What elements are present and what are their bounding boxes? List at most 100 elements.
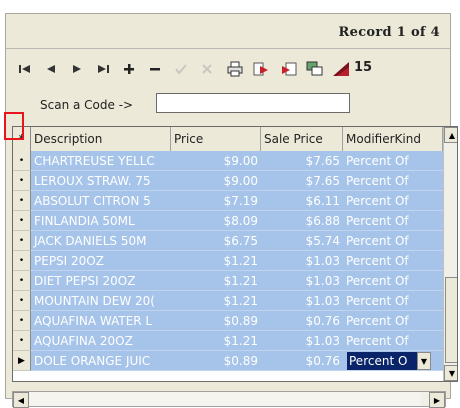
cell-modifier-kind[interactable]: Percent Of (343, 251, 443, 271)
table-row[interactable]: MOUNTAIN DEW 20($1.21 $1.03 Percent Of (31, 291, 443, 311)
table-row[interactable]: AQUAFINA WATER L $0.89 $0.76 Percent Of (31, 311, 443, 331)
cell-description[interactable]: PEPSI 20OZ (31, 251, 171, 271)
cell-price[interactable]: $9.00 (171, 171, 261, 191)
cell-sale-price[interactable]: $6.11 (261, 191, 343, 211)
cell-price[interactable]: $0.89 (171, 351, 261, 371)
grid-window: Record 1 of 4 15 Scan a Code -> * Descri… (5, 13, 458, 408)
cell-price[interactable]: $1.21 (171, 331, 261, 351)
row-indicator[interactable]: ▶ (13, 351, 31, 371)
table-row[interactable]: DOLE ORANGE JUIC $0.89 $0.76 Percent O ▼ (31, 351, 443, 371)
next-record-icon[interactable] (66, 56, 88, 82)
export-icon[interactable] (250, 56, 272, 82)
cell-description[interactable]: DIET PEPSI 20OZ (31, 271, 171, 291)
cell-modifier-kind[interactable]: Percent Of (343, 151, 443, 171)
cell-description[interactable]: ABSOLUT CITRON 5 (31, 191, 171, 211)
column-header-modifier-kind[interactable]: ModifierKind (343, 127, 443, 151)
cell-description[interactable]: FINLANDIA 50ML (31, 211, 171, 231)
vertical-scroll-thumb[interactable] (445, 277, 457, 363)
column-header-description[interactable]: Description (31, 127, 171, 151)
refresh-icon[interactable] (304, 56, 326, 82)
cell-description[interactable]: CHARTREUSE YELLC (31, 151, 171, 171)
modifier-kind-combo[interactable]: Percent O (347, 352, 417, 370)
cell-sale-price[interactable]: $1.03 (261, 271, 343, 291)
cell-price[interactable]: $1.21 (171, 291, 261, 311)
cell-sale-price[interactable]: $1.03 (261, 251, 343, 271)
cell-sale-price[interactable]: $1.03 (261, 291, 343, 311)
cell-description[interactable]: JACK DANIELS 50M (31, 231, 171, 251)
cell-description[interactable]: AQUAFINA WATER L (31, 311, 171, 331)
combo-dropdown-icon[interactable]: ▼ (417, 352, 431, 370)
prev-record-icon[interactable] (40, 56, 62, 82)
record-total: 4 (430, 25, 440, 40)
cell-modifier-kind[interactable]: Percent Of (343, 311, 443, 331)
cell-modifier-kind[interactable]: Percent Of (343, 211, 443, 231)
cell-sale-price[interactable]: $0.76 (261, 351, 343, 371)
last-record-icon[interactable] (92, 56, 114, 82)
cell-sale-price[interactable]: $5.74 (261, 231, 343, 251)
column-header-price[interactable]: Price (171, 127, 261, 151)
cancel-edit-icon[interactable] (196, 56, 218, 82)
cell-description[interactable]: DOLE ORANGE JUIC (31, 351, 171, 371)
row-indicator[interactable]: • (13, 311, 31, 331)
chart-icon[interactable] (330, 56, 352, 82)
row-indicator[interactable]: • (13, 291, 31, 311)
table-row[interactable]: FINLANDIA 50ML $8.09 $6.88 Percent Of (31, 211, 443, 231)
horizontal-scrollbar[interactable]: ◀ ▶ (12, 391, 446, 408)
scroll-down-icon[interactable]: ▼ (444, 365, 457, 381)
row-indicator[interactable]: • (13, 231, 31, 251)
scan-code-input[interactable] (156, 93, 350, 113)
cell-price[interactable]: $9.00 (171, 151, 261, 171)
row-indicator[interactable]: • (13, 151, 31, 171)
add-record-icon[interactable] (118, 56, 140, 82)
row-indicator[interactable]: • (13, 331, 31, 351)
cell-price[interactable]: $7.19 (171, 191, 261, 211)
vertical-scrollbar[interactable]: ▲ ▼ (443, 127, 457, 381)
table-row[interactable]: JACK DANIELS 50M $6.75 $5.74 Percent Of (31, 231, 443, 251)
row-indicator[interactable]: • (13, 251, 31, 271)
horizontal-scroll-thumb[interactable] (29, 392, 421, 406)
cell-sale-price[interactable]: $1.03 (261, 331, 343, 351)
cell-modifier-kind[interactable]: Percent Of (343, 271, 443, 291)
scroll-left-icon[interactable]: ◀ (13, 392, 29, 408)
row-indicator[interactable]: • (13, 211, 31, 231)
cell-sale-price[interactable]: $7.65 (261, 171, 343, 191)
row-selector-highlight (4, 112, 24, 140)
cell-price[interactable]: $0.89 (171, 311, 261, 331)
cell-modifier-kind[interactable]: Percent Of (343, 191, 443, 211)
scroll-up-icon[interactable]: ▲ (444, 127, 457, 143)
cell-description[interactable]: MOUNTAIN DEW 20( (31, 291, 171, 311)
import-icon[interactable] (278, 56, 300, 82)
scroll-right-icon[interactable]: ▶ (429, 392, 445, 408)
table-row[interactable]: PEPSI 20OZ $1.21 $1.03 Percent Of (31, 251, 443, 271)
accept-edit-icon[interactable] (170, 56, 192, 82)
cell-price[interactable]: $6.75 (171, 231, 261, 251)
table-row[interactable]: CHARTREUSE YELLC $9.00 $7.65 Percent Of (31, 151, 443, 171)
column-header-sale-price[interactable]: Sale Price (261, 127, 343, 151)
cell-modifier-kind[interactable]: Percent Of (343, 171, 443, 191)
cell-modifier-kind[interactable]: Percent Of (343, 231, 443, 251)
print-icon[interactable] (224, 56, 246, 82)
table-row[interactable]: DIET PEPSI 20OZ $1.21 $1.03 Percent Of (31, 271, 443, 291)
record-navigator-bar: Record 1 of 4 (6, 20, 450, 49)
toolbar: 15 (14, 56, 450, 82)
cell-sale-price[interactable]: $6.88 (261, 211, 343, 231)
row-indicator[interactable]: • (13, 191, 31, 211)
cell-modifier-kind[interactable]: Percent Of (343, 291, 443, 311)
cell-price[interactable]: $1.21 (171, 251, 261, 271)
table-row[interactable]: LEROUX STRAW. 75 $9.00 $7.65 Percent Of (31, 171, 443, 191)
table-row[interactable]: ABSOLUT CITRON 5 $7.19 $6.11 Percent Of (31, 191, 443, 211)
table-row[interactable]: AQUAFINA 20OZ $1.21 $1.03 Percent Of (31, 331, 443, 351)
cell-price[interactable]: $1.21 (171, 271, 261, 291)
record-current: 1 (396, 25, 407, 40)
cell-description[interactable]: LEROUX STRAW. 75 (31, 171, 171, 191)
cell-sale-price[interactable]: $7.65 (261, 151, 343, 171)
grid-header: * Description Price Sale Price ModifierK… (13, 127, 447, 152)
row-indicator[interactable]: • (13, 271, 31, 291)
cell-sale-price[interactable]: $0.76 (261, 311, 343, 331)
cell-price[interactable]: $8.09 (171, 211, 261, 231)
delete-record-icon[interactable] (144, 56, 166, 82)
cell-description[interactable]: AQUAFINA 20OZ (31, 331, 171, 351)
cell-modifier-kind[interactable]: Percent Of (343, 331, 443, 351)
row-indicator[interactable]: • (13, 171, 31, 191)
first-record-icon[interactable] (14, 56, 36, 82)
